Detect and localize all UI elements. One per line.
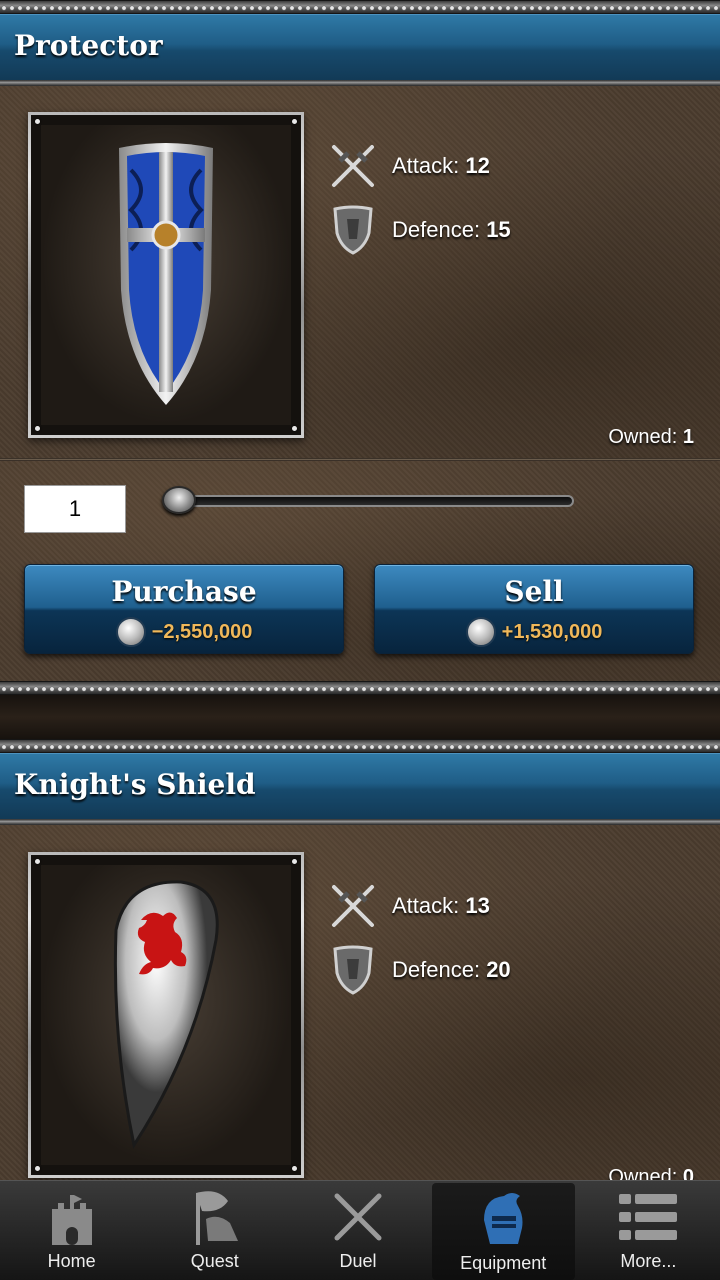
sell-label: Sell (504, 575, 564, 608)
sell-price: +1,530,000 (501, 620, 603, 643)
attack-stat: Attack: 13 (326, 878, 490, 934)
sell-button[interactable]: Sell +1,530,000 (374, 564, 694, 654)
tab-equipment-label: Equipment (460, 1253, 547, 1273)
blue-cross-shield-icon (119, 143, 213, 405)
shield-icon (326, 203, 380, 257)
quest-flag-icon (185, 1187, 245, 1247)
tab-quest[interactable]: Quest (143, 1181, 286, 1280)
knight-helmet-icon (473, 1189, 533, 1249)
castle-icon (42, 1187, 102, 1247)
quantity-slider-thumb[interactable] (162, 486, 196, 514)
purchase-button[interactable]: Purchase −2,550,000 (24, 564, 344, 654)
defence-stat: Defence: 15 (326, 202, 511, 258)
tab-home[interactable]: Home (0, 1181, 143, 1280)
attack-label: Attack: (392, 153, 460, 178)
purchase-price: −2,550,000 (151, 620, 253, 643)
item-title-bar: Knight's Shield (0, 753, 720, 819)
red-lion-kite-shield-icon (113, 880, 219, 1149)
section-rail (0, 681, 720, 695)
owned-label: Owned: (608, 426, 678, 448)
item-name: Protector (14, 29, 163, 62)
tab-more-label: More... (620, 1251, 677, 1271)
tab-home-label: Home (47, 1251, 96, 1271)
crossed-swords-icon (328, 1187, 388, 1247)
tab-quest-label: Quest (190, 1251, 239, 1271)
attack-value: 13 (465, 893, 490, 918)
tab-equipment[interactable]: Equipment (431, 1183, 575, 1280)
defence-value: 15 (486, 217, 511, 242)
top-rail (0, 0, 720, 14)
section-gap (0, 695, 720, 739)
tab-more[interactable]: More... (577, 1181, 720, 1280)
crossed-swords-icon (326, 879, 380, 933)
item-image-frame (28, 112, 304, 438)
list-icon (618, 1187, 678, 1247)
owned-count: Owned: 0 (608, 1166, 694, 1180)
equipment-list[interactable]: Protector Attack: 12 Defence: 15 Owned: … (0, 0, 720, 1180)
tab-duel-label: Duel (339, 1251, 377, 1271)
owned-count: Owned: 1 (608, 426, 694, 449)
top-rail (0, 739, 720, 753)
owned-value: 1 (682, 426, 694, 448)
defence-label: Defence: (392, 217, 481, 242)
item-image-frame (28, 852, 304, 1178)
attack-value: 12 (465, 153, 490, 178)
item-title-bar: Protector (0, 14, 720, 80)
tab-duel[interactable]: Duel (286, 1181, 429, 1280)
silver-coin-icon (115, 617, 146, 647)
owned-value: 0 (682, 1166, 694, 1180)
owned-label: Owned: (608, 1166, 678, 1180)
attack-stat: Attack: 12 (326, 138, 490, 194)
item-name: Knight's Shield (14, 768, 256, 801)
purchase-label: Purchase (111, 575, 257, 608)
defence-stat: Defence: 20 (326, 942, 511, 998)
defence-label: Defence: (392, 957, 481, 982)
silver-coin-icon (465, 617, 496, 647)
quantity-input[interactable]: 1 (24, 485, 126, 533)
crossed-swords-icon (326, 139, 380, 193)
shield-icon (326, 943, 380, 997)
bottom-tab-bar: Home Quest Duel Equipment More... (0, 1180, 720, 1280)
defence-value: 20 (486, 957, 511, 982)
quantity-slider-track[interactable] (170, 495, 574, 507)
attack-label: Attack: (392, 893, 460, 918)
